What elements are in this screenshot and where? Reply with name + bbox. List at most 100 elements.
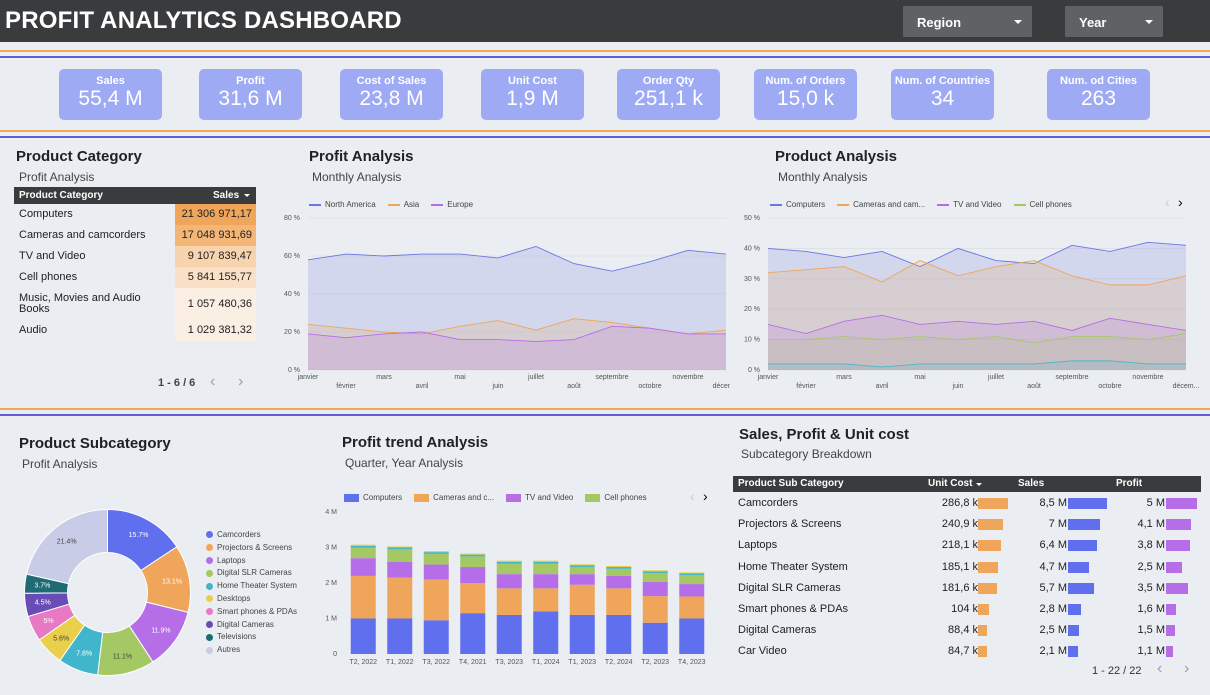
bar-segment[interactable] [350,547,376,559]
bar-segment[interactable] [423,552,449,554]
bar-segment[interactable] [387,547,413,550]
table-row[interactable]: Cell phones 5 841 155,77 [14,267,256,288]
bar-segment[interactable] [496,563,522,575]
bar-segment[interactable] [606,565,632,568]
column-header-subcategory[interactable]: Product Sub Category [738,478,844,489]
bar-segment[interactable] [496,560,522,562]
table-row[interactable]: Smart phones & PDAs 104 k 2,8 M 1,6 M [733,599,1201,620]
table-row[interactable]: Computers 21 306 971,17 [14,204,256,225]
bar-segment[interactable] [496,561,522,564]
bar-segment[interactable] [423,620,449,654]
bar-segment[interactable] [423,564,449,580]
bar-segment[interactable] [350,545,376,548]
bar-segment[interactable] [350,558,376,576]
legend-item[interactable]: Computers [770,200,825,209]
column-header-profit[interactable]: Profit [1116,478,1142,489]
legend-item[interactable]: Cell phones [585,493,647,502]
legend-item[interactable]: Televisions [206,632,297,645]
bar-segment[interactable] [606,567,632,569]
legend-item[interactable]: Europe [431,200,473,209]
bar-segment[interactable] [460,567,486,583]
legend-item[interactable]: Asia [387,200,419,209]
column-header-sales[interactable]: Sales [213,190,239,201]
bar-segment[interactable] [533,574,559,589]
legend-item[interactable]: Cameras and cam... [837,200,925,209]
chevron-left-icon[interactable]: ‹ [1165,194,1170,210]
legend-item[interactable]: Cameras and c... [414,493,494,502]
bar-segment[interactable] [496,588,522,615]
bar-segment[interactable] [569,614,595,654]
bar-segment[interactable] [387,618,413,655]
legend-item[interactable]: Smart phones & PDAs [206,607,297,620]
bar-segment[interactable] [460,553,486,555]
bar-segment[interactable] [460,556,486,568]
bar-segment[interactable] [679,584,705,597]
legend-item[interactable]: Autres [206,645,297,658]
pie-slice[interactable] [25,508,108,585]
bar-segment[interactable] [423,553,449,565]
table-row[interactable]: TV and Video 9 107 839,47 [14,246,256,267]
bar-segment[interactable] [387,577,413,619]
bar-segment[interactable] [679,575,705,585]
bar-segment[interactable] [350,544,376,546]
bar-segment[interactable] [387,549,413,562]
legend-item[interactable]: Desktops [206,594,297,607]
legend-item[interactable]: Camcorders [206,530,297,543]
bar-segment[interactable] [606,614,632,654]
bar-segment[interactable] [679,618,705,655]
table-row[interactable]: Home Theater System 185,1 k 4,7 M 2,5 M [733,557,1201,578]
bar-segment[interactable] [642,573,668,582]
region-dropdown[interactable]: Region [903,6,1032,37]
legend-item[interactable]: Laptops [206,556,297,569]
table-row[interactable]: Cameras and camcorders 17 048 931,69 [14,225,256,246]
column-header-unit-cost[interactable]: Unit Cost [928,478,972,489]
bar-segment[interactable] [642,570,668,572]
legend-item[interactable]: Digital SLR Cameras [206,568,297,581]
bar-segment[interactable] [606,588,632,615]
bar-segment[interactable] [533,611,559,654]
bar-segment[interactable] [679,572,705,574]
column-header-sales[interactable]: Sales [1018,478,1044,489]
table-row[interactable]: Camcorders 286,8 k 8,5 M 5 M [733,493,1201,514]
column-header-category[interactable]: Product Category [19,190,103,201]
bar-segment[interactable] [350,575,376,619]
legend-item[interactable]: North America [309,200,376,209]
table-row[interactable]: Audio 1 029 381,32 [14,320,256,341]
legend-item[interactable]: Home Theater System [206,581,297,594]
legend-item[interactable]: Computers [344,493,402,502]
table-row[interactable]: Digital Cameras 88,4 k 2,5 M 1,5 M [733,620,1201,641]
bar-segment[interactable] [496,574,522,589]
bar-segment[interactable] [679,596,705,619]
bar-segment[interactable] [460,613,486,654]
bar-segment[interactable] [387,561,413,578]
chevron-left-icon[interactable]: ‹ [1157,660,1162,678]
bar-segment[interactable] [496,614,522,654]
chevron-left-icon[interactable]: ‹ [690,488,695,504]
chevron-right-icon[interactable]: › [1184,660,1189,678]
table-row[interactable]: Car Video 84,7 k 2,1 M 1,1 M [733,641,1201,662]
legend-item[interactable]: Projectors & Screens [206,543,297,556]
bar-segment[interactable] [533,560,559,562]
table-row[interactable]: Laptops 218,1 k 6,4 M 3,8 M [733,535,1201,556]
year-dropdown[interactable]: Year [1065,6,1163,37]
chevron-right-icon[interactable]: › [703,488,708,504]
bar-segment[interactable] [569,565,595,568]
bar-segment[interactable] [350,618,376,655]
bar-segment[interactable] [460,583,486,614]
bar-segment[interactable] [679,573,705,576]
bar-segment[interactable] [533,588,559,612]
bar-segment[interactable] [606,575,632,589]
bar-segment[interactable] [423,551,449,553]
bar-segment[interactable] [387,546,413,548]
chevron-right-icon[interactable]: › [1178,194,1183,210]
legend-item[interactable]: TV and Video [937,200,1002,209]
table-row[interactable]: Music, Movies and Audio Books 1 057 480,3… [14,288,256,320]
bar-segment[interactable] [569,574,595,585]
chevron-right-icon[interactable]: › [238,373,243,391]
bar-segment[interactable] [569,584,595,615]
bar-segment[interactable] [606,568,632,576]
table-row[interactable]: Projectors & Screens 240,9 k 7 M 4,1 M [733,514,1201,535]
bar-segment[interactable] [423,579,449,621]
bar-segment[interactable] [533,563,559,575]
legend-item[interactable]: Cell phones [1013,200,1072,209]
